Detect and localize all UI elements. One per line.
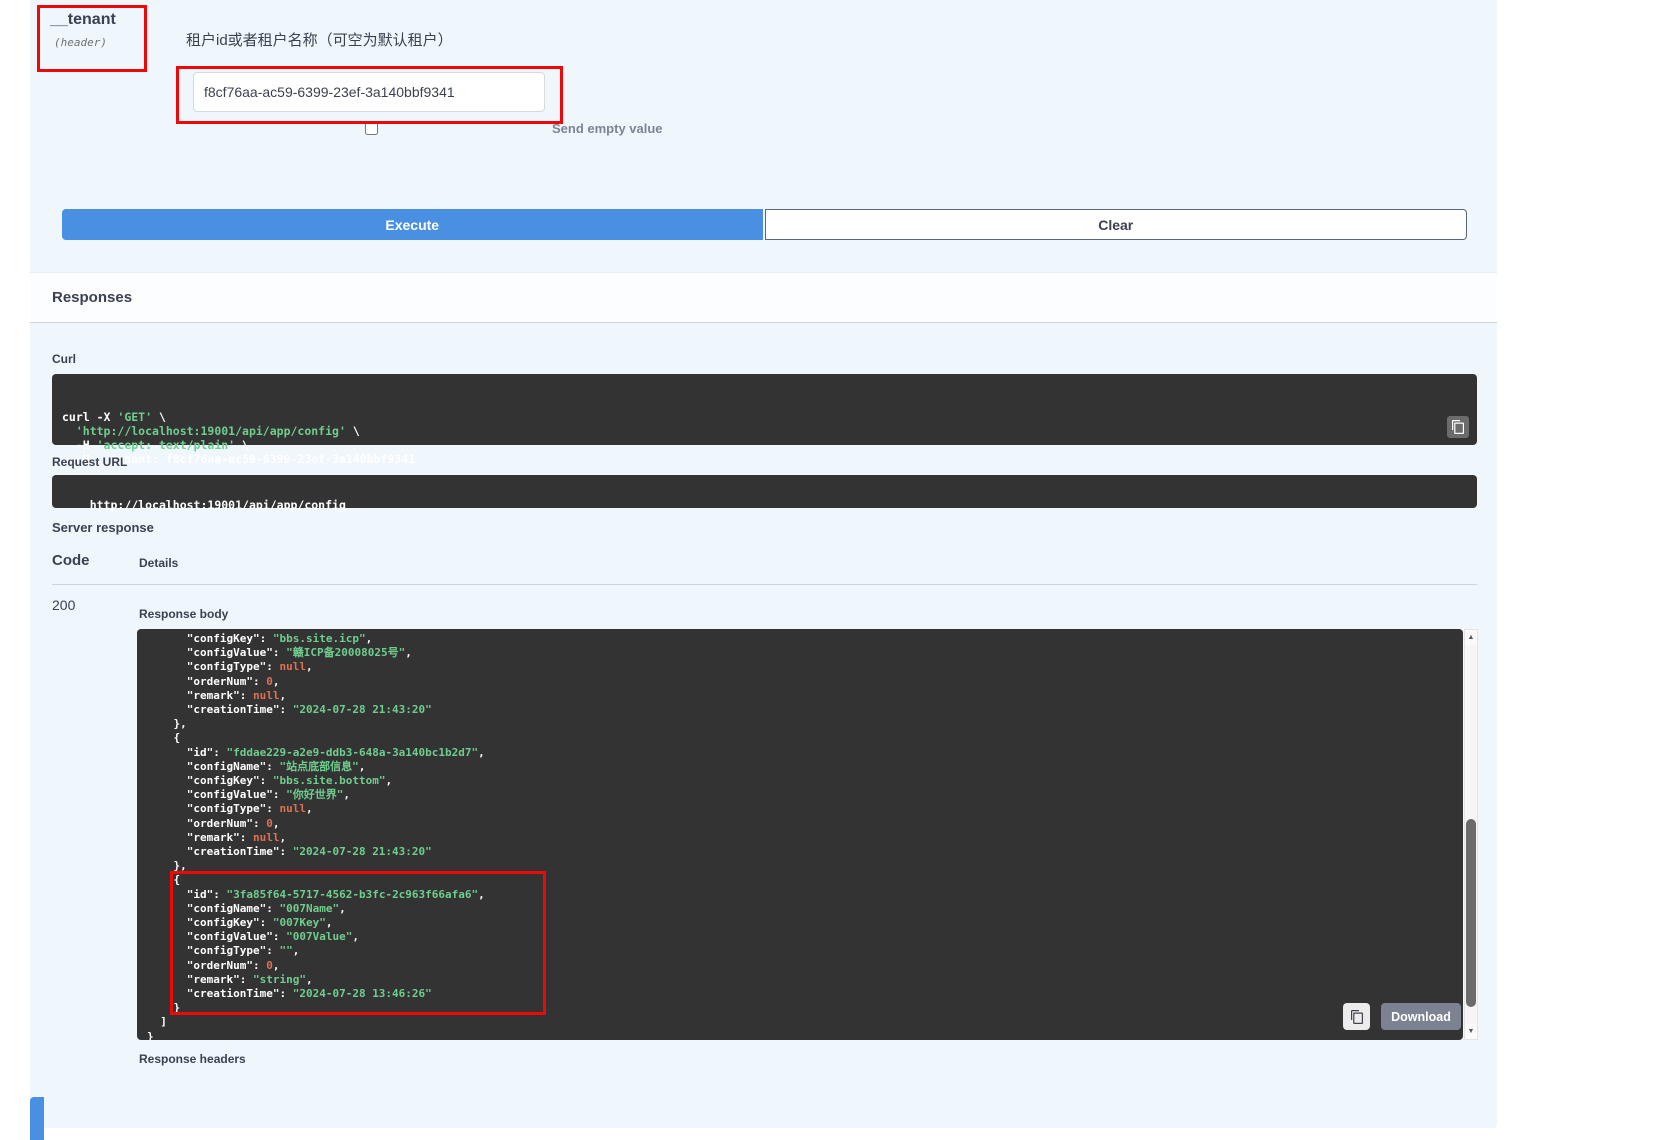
response-body-label: Response body xyxy=(139,607,228,621)
operation-panel: __tenant (header) 租户id或者租户名称（可空为默认租户） Se… xyxy=(30,0,1497,1128)
execute-row: Execute Clear xyxy=(62,209,1467,240)
copy-icon xyxy=(1452,420,1464,434)
response-body-wrapper: "configKey": "bbs.site.icp", "configValu… xyxy=(137,629,1463,1040)
scroll-up-icon[interactable]: ▲ xyxy=(1465,630,1477,645)
request-url-label: Request URL xyxy=(52,455,127,469)
curl-code-block: curl -X 'GET' \ 'http://localhost:19001/… xyxy=(52,374,1477,445)
details-column-header: Details xyxy=(139,556,178,570)
parameter-name: __tenant xyxy=(50,11,116,29)
responses-title: Responses xyxy=(52,289,132,306)
request-url-block: http://localhost:19001/api/app/config xyxy=(52,475,1477,508)
send-empty-label: Send empty value xyxy=(552,121,663,136)
responses-header: Responses xyxy=(30,272,1497,323)
parameter-location: (header) xyxy=(50,36,116,49)
parameter-name-cell: __tenant (header) xyxy=(50,11,116,49)
server-response-label: Server response xyxy=(52,520,154,535)
response-body-code: "configKey": "bbs.site.icp", "configValu… xyxy=(137,629,1463,1040)
parameter-description: 租户id或者租户名称（可空为默认租户） xyxy=(186,29,453,50)
execute-button[interactable]: Execute xyxy=(62,209,763,240)
send-empty-checkbox[interactable] xyxy=(365,122,378,135)
curl-command: curl -X 'GET' \ 'http://localhost:19001/… xyxy=(62,410,1467,466)
download-button[interactable]: Download xyxy=(1381,1003,1461,1030)
copy-icon xyxy=(1351,1010,1363,1024)
response-scrollbar[interactable]: ▲ ▼ xyxy=(1464,629,1478,1040)
tenant-input[interactable] xyxy=(193,72,545,112)
scroll-down-icon[interactable]: ▼ xyxy=(1465,1024,1477,1039)
code-column-header: Code xyxy=(52,552,90,569)
curl-label: Curl xyxy=(52,352,76,366)
scroll-thumb[interactable] xyxy=(1466,819,1476,1007)
curl-copy-button[interactable] xyxy=(1447,416,1469,438)
response-copy-button[interactable] xyxy=(1343,1003,1370,1030)
status-code: 200 xyxy=(52,597,75,613)
next-endpoint-accent[interactable] xyxy=(30,1097,44,1140)
clear-button[interactable]: Clear xyxy=(765,209,1468,240)
response-headers-label: Response headers xyxy=(139,1052,246,1066)
table-divider xyxy=(52,584,1477,585)
request-url-value: http://localhost:19001/api/app/config xyxy=(90,498,346,512)
